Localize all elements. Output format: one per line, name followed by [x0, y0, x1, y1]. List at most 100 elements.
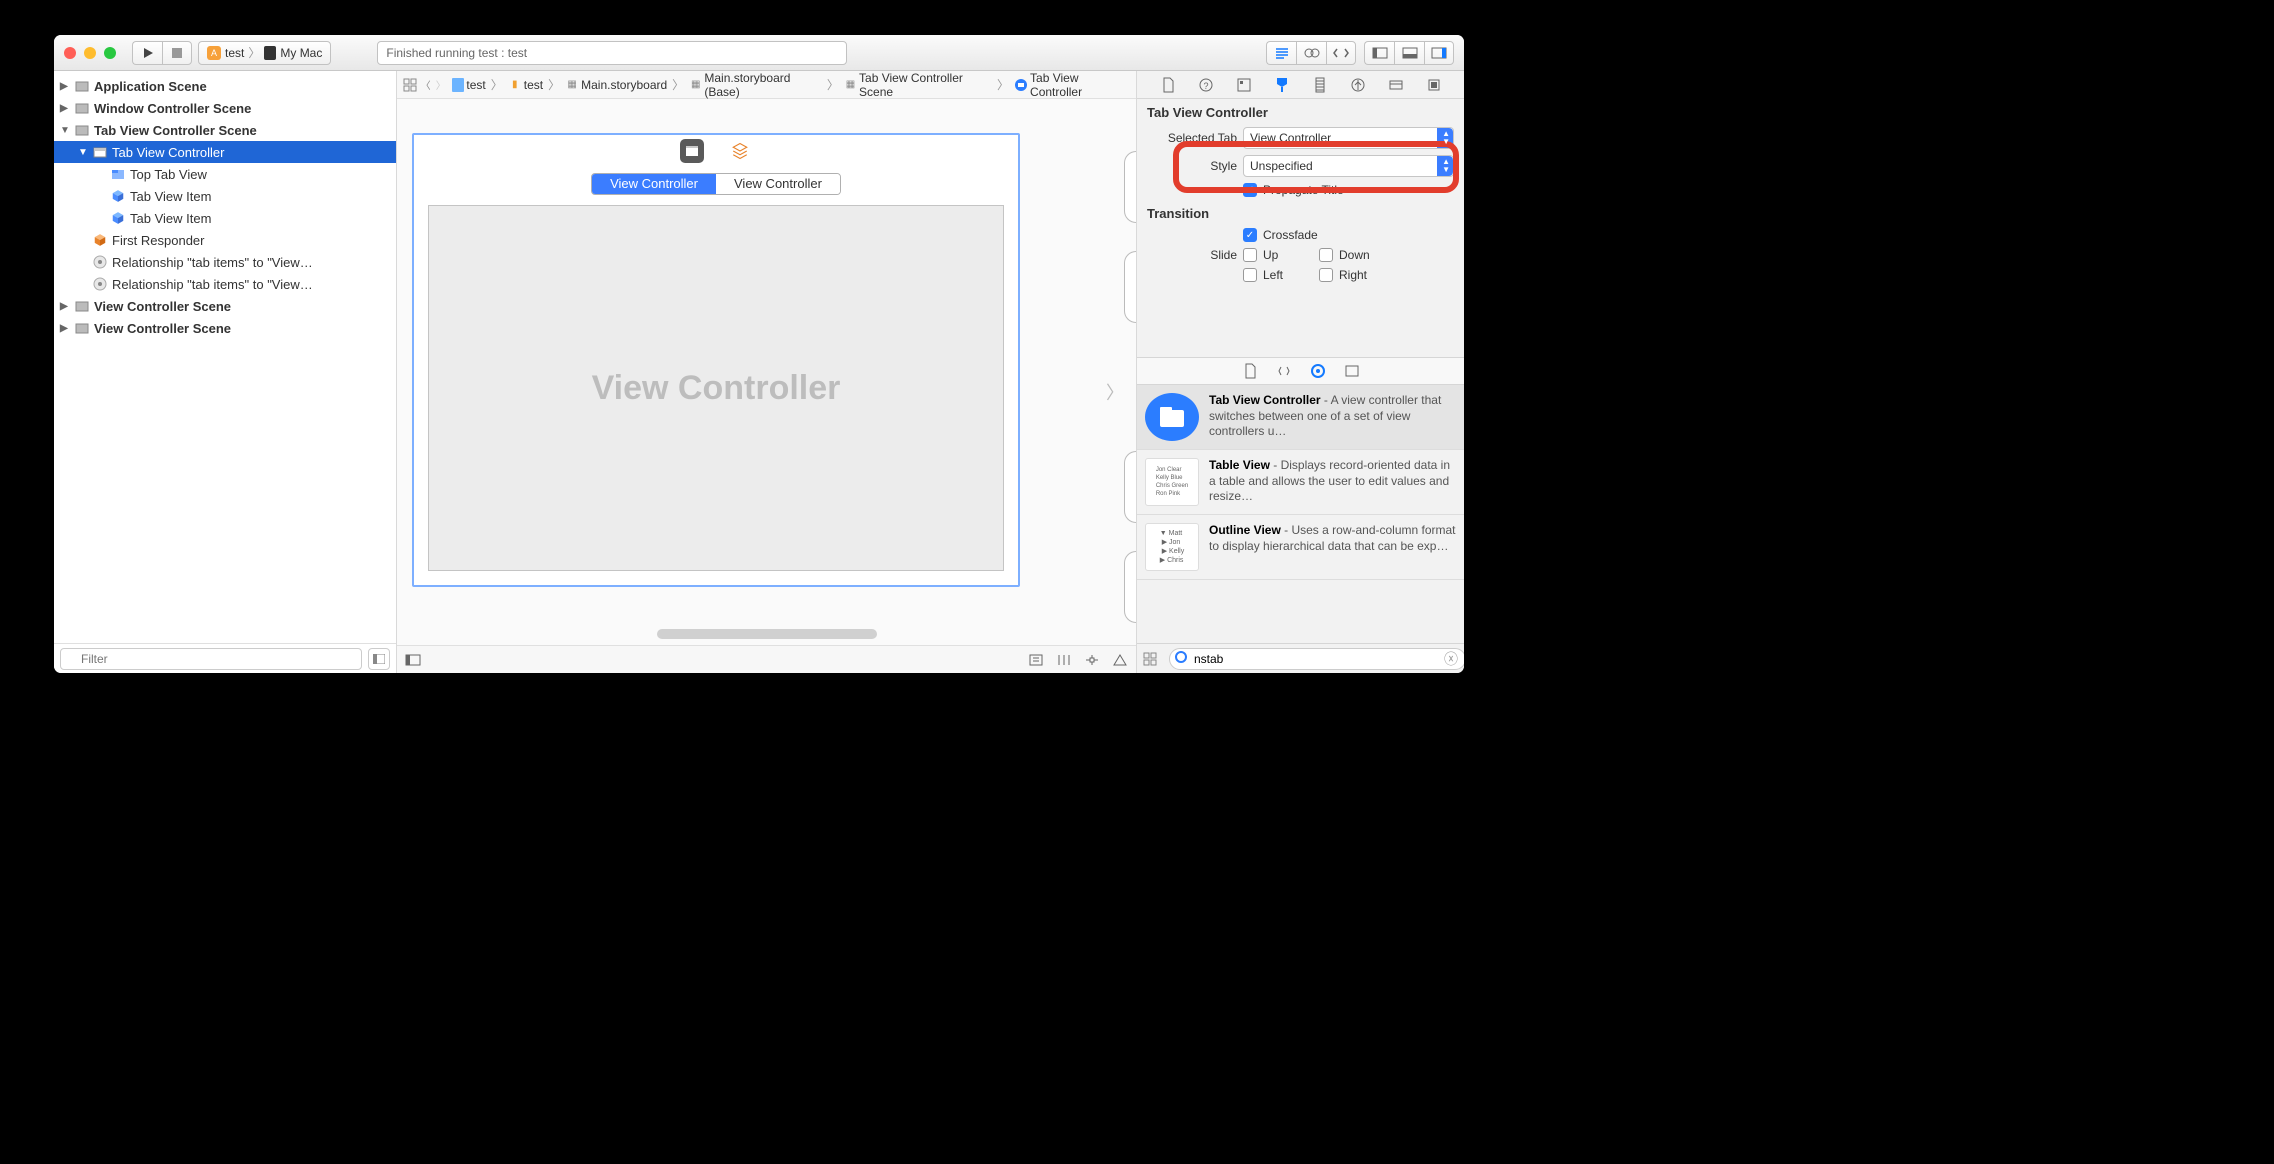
navigator-layout-toggle[interactable] [368, 648, 390, 670]
library-item-text: Table View - Displays record-oriented da… [1209, 458, 1456, 506]
tab-active[interactable]: View Controller [592, 174, 716, 194]
library-filter-bar: ⓧ [1137, 643, 1464, 673]
cube-icon [110, 189, 126, 203]
first-responder-icon[interactable] [728, 139, 752, 163]
slide-row: Slide Up Down [1137, 245, 1464, 265]
identity-inspector-tab[interactable] [1235, 78, 1253, 92]
assistant-editor-button[interactable] [1296, 41, 1326, 65]
tree-row[interactable]: ▼Tab View Controller Scene [54, 119, 396, 141]
disclosure-triangle[interactable]: ▶ [60, 81, 70, 92]
toolbar-right [1266, 41, 1454, 65]
media-library-tab[interactable] [1345, 364, 1359, 378]
crossfade-checkbox[interactable] [1243, 228, 1257, 242]
scheme-name: test [225, 46, 244, 60]
library-item[interactable]: ▼ Matt ▶ Jon ▶ Kelly▶ ChrisOutline View … [1137, 515, 1464, 580]
tree-row[interactable]: ▶Window Controller Scene [54, 97, 396, 119]
outline-toggle-button[interactable] [405, 654, 421, 666]
slide-down-checkbox[interactable] [1319, 248, 1333, 262]
object-library-tab[interactable] [1311, 364, 1325, 378]
toggle-debug-button[interactable] [1394, 41, 1424, 65]
scheme-selector[interactable]: A test 〉 My Mac [198, 41, 331, 65]
disclosure-triangle[interactable]: ▶ [60, 323, 70, 334]
tree-row[interactable]: First Responder [54, 229, 396, 251]
help-inspector-tab[interactable]: ? [1197, 78, 1215, 92]
search-icon [1175, 651, 1189, 665]
tree-row-label: Relationship "tab items" to "View… [112, 277, 313, 292]
slide-right-checkbox[interactable] [1319, 268, 1333, 282]
panel-toggle-group [1364, 41, 1454, 65]
tree-row[interactable]: Tab View Item [54, 185, 396, 207]
activity-status: Finished running test : test [386, 46, 527, 60]
file-template-tab[interactable] [1243, 363, 1257, 379]
xcode-window: A test 〉 My Mac Finished running test : … [54, 35, 1464, 673]
disclosure-triangle[interactable]: ▶ [60, 103, 70, 114]
slide-left-checkbox[interactable] [1243, 268, 1257, 282]
minimize-window-button[interactable] [84, 47, 96, 59]
zoom-window-button[interactable] [104, 47, 116, 59]
object-library-list[interactable]: Tab View Controller - A view controller … [1137, 385, 1464, 643]
transition-section-title: Transition [1137, 200, 1464, 225]
resolve-icon[interactable] [1112, 653, 1128, 667]
tree-row[interactable]: Tab View Item [54, 207, 396, 229]
bindings-inspector-tab[interactable] [1387, 78, 1405, 92]
library-item[interactable]: Jon ClearKelly BlueChris GreenRon PinkTa… [1137, 450, 1464, 515]
clear-filter-button[interactable]: ⓧ [1444, 649, 1458, 669]
standard-editor-button[interactable] [1266, 41, 1296, 65]
library-item[interactable]: Tab View Controller - A view controller … [1137, 385, 1464, 450]
view-controller-icon[interactable] [680, 139, 704, 163]
disclosure-triangle[interactable]: ▼ [60, 125, 70, 136]
navigator-filter-input[interactable] [60, 648, 362, 670]
tree-row[interactable]: ▼ Tab View Controller [54, 141, 396, 163]
library-view-toggle[interactable] [1143, 652, 1163, 666]
library-tab-bar [1137, 357, 1464, 385]
library-item-icon [1145, 393, 1199, 441]
file-inspector-tab[interactable] [1159, 77, 1177, 93]
tab-content-placeholder: View Controller [428, 205, 1004, 571]
tree-row[interactable]: Relationship "tab items" to "View… [54, 273, 396, 295]
style-select[interactable]: Unspecified ▲▼ [1243, 155, 1454, 177]
run-button[interactable] [132, 41, 162, 65]
connections-inspector-tab[interactable] [1349, 78, 1367, 92]
propagate-checkbox[interactable] [1243, 183, 1257, 197]
tree-row[interactable]: Top Tab View [54, 163, 396, 185]
selected-tab-row: Selected Tab View Controller ▲▼ [1137, 124, 1464, 152]
tab-inactive[interactable]: View Controller [716, 174, 840, 194]
document-outline-tree[interactable]: ▶Application Scene▶Window Controller Sce… [54, 71, 396, 643]
slide-label: Slide [1147, 248, 1237, 262]
storyboard-canvas[interactable]: View Controller View Controller View Con… [397, 71, 1136, 673]
size-inspector-tab[interactable] [1311, 77, 1329, 93]
pin-icon[interactable] [1084, 653, 1100, 667]
activity-viewer: Finished running test : test [377, 41, 847, 65]
embed-icon[interactable] [1028, 653, 1044, 667]
tree-row-label: Tab View Controller [112, 145, 224, 160]
stop-button[interactable] [162, 41, 192, 65]
toggle-utilities-button[interactable] [1424, 41, 1454, 65]
style-label: Style [1147, 159, 1237, 173]
inspector-tab-bar: ? [1137, 71, 1464, 99]
scene-view-controller[interactable]: View Controller View Controller View Con… [412, 133, 1020, 587]
library-filter-input[interactable] [1169, 648, 1464, 670]
selected-tab-label: Selected Tab [1147, 131, 1237, 145]
code-snippet-tab[interactable] [1277, 364, 1291, 378]
version-editor-button[interactable] [1326, 41, 1356, 65]
attributes-inspector-tab[interactable] [1273, 77, 1291, 93]
slide-up-checkbox[interactable] [1243, 248, 1257, 262]
tab-segment-control[interactable]: View Controller View Controller [591, 173, 841, 195]
scene-icon [74, 299, 90, 313]
effects-inspector-tab[interactable] [1425, 78, 1443, 92]
tree-row[interactable]: Relationship "tab items" to "View… [54, 251, 396, 273]
horizontal-scrollbar[interactable] [657, 629, 877, 639]
toggle-navigator-button[interactable] [1364, 41, 1394, 65]
selected-tab-select[interactable]: View Controller ▲▼ [1243, 127, 1454, 149]
disclosure-triangle[interactable]: ▶ [60, 301, 70, 312]
tree-row[interactable]: ▶View Controller Scene [54, 295, 396, 317]
disclosure-triangle[interactable]: ▼ [78, 147, 88, 158]
align-icon[interactable] [1056, 653, 1072, 667]
close-window-button[interactable] [64, 47, 76, 59]
inspector-panel: ? Tab View Controller Selected Tab View … [1136, 71, 1464, 673]
navigator-panel: ▶Application Scene▶Window Controller Sce… [54, 71, 397, 673]
tree-row[interactable]: ▶ View Controller Scene [54, 317, 396, 339]
tree-row[interactable]: ▶Application Scene [54, 75, 396, 97]
propagate-row: Propagate Title [1137, 180, 1464, 200]
tree-row-label: View Controller Scene [94, 321, 231, 336]
